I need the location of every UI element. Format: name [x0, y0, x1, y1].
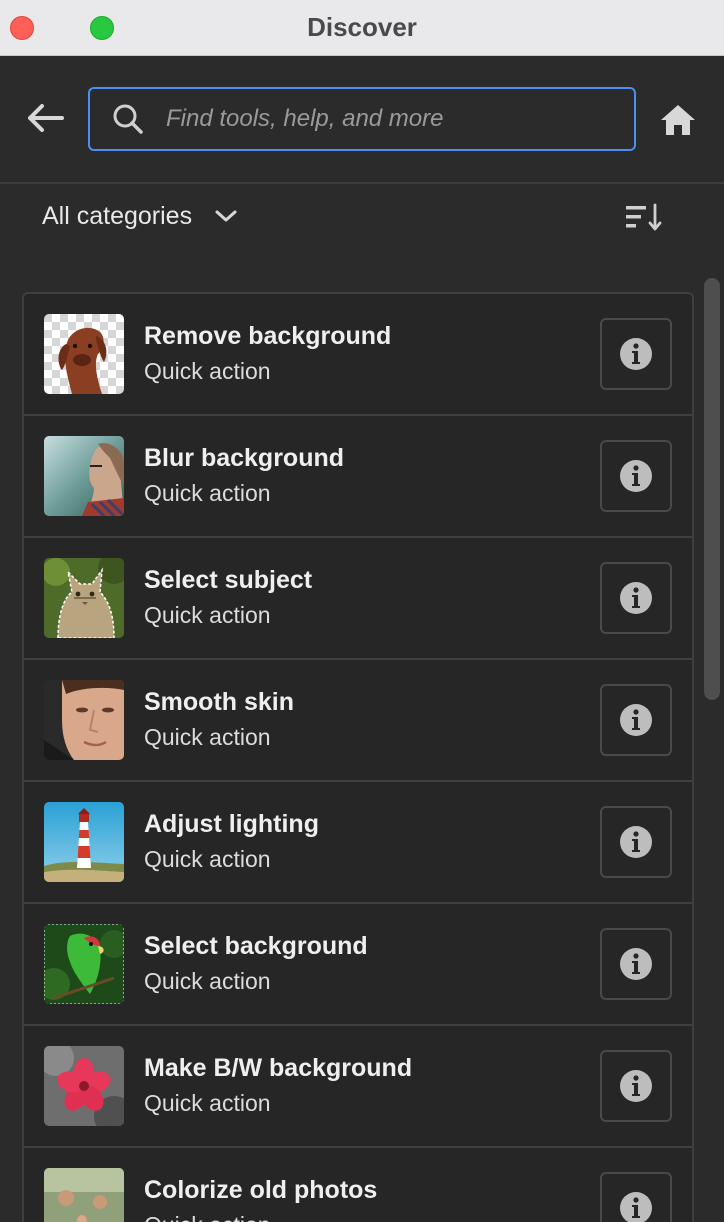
info-icon	[620, 948, 652, 980]
list-item-colorize-old-photos[interactable]: Colorize old photos Quick action	[24, 1148, 692, 1222]
title-bar: Discover	[0, 0, 724, 56]
list-item-smooth-skin[interactable]: Smooth skin Quick action	[24, 660, 692, 782]
list-item-make-bw-background[interactable]: Make B/W background Quick action	[24, 1026, 692, 1148]
thumbnail-dog-transparent	[44, 314, 124, 394]
info-icon	[620, 704, 652, 736]
item-subtitle: Quick action	[144, 846, 271, 872]
item-subtitle: Quick action	[144, 968, 271, 994]
header-divider	[0, 182, 724, 184]
info-icon	[620, 1192, 652, 1222]
item-subtitle: Quick action	[144, 602, 271, 628]
item-subtitle: Quick action	[144, 724, 271, 750]
info-button[interactable]	[600, 806, 672, 878]
search-field[interactable]	[88, 87, 636, 151]
scrollbar-thumb[interactable]	[704, 278, 720, 700]
list-item-adjust-lighting[interactable]: Adjust lighting Quick action	[24, 782, 692, 904]
info-icon	[620, 1070, 652, 1102]
sort-button[interactable]	[624, 202, 662, 232]
quick-actions-list: Remove background Quick action Blur back…	[22, 292, 694, 1222]
home-button[interactable]	[656, 100, 700, 140]
item-title: Select subject	[144, 566, 313, 594]
item-title: Smooth skin	[144, 688, 295, 716]
info-button[interactable]	[600, 440, 672, 512]
info-button[interactable]	[600, 684, 672, 756]
thumbnail-pink-flower	[44, 1046, 124, 1126]
item-subtitle: Quick action	[144, 480, 271, 506]
info-button[interactable]	[600, 928, 672, 1000]
info-button[interactable]	[600, 318, 672, 390]
thumbnail-woman-profile	[44, 436, 124, 516]
list-item-select-subject[interactable]: Select subject Quick action	[24, 538, 692, 660]
thumbnail-parrot	[44, 924, 124, 1004]
arrow-left-icon	[28, 104, 64, 132]
magnifier-icon	[110, 101, 146, 137]
item-subtitle: Quick action	[144, 1090, 271, 1116]
thumbnail-family-photo	[44, 1168, 124, 1222]
sort-icon	[626, 203, 662, 231]
info-icon	[620, 826, 652, 858]
item-subtitle: Quick action	[144, 358, 271, 384]
info-icon	[620, 582, 652, 614]
item-title: Blur background	[144, 444, 345, 472]
info-button[interactable]	[600, 1050, 672, 1122]
list-item-blur-background[interactable]: Blur background Quick action	[24, 416, 692, 538]
item-title: Make B/W background	[144, 1054, 413, 1082]
info-icon	[620, 460, 652, 492]
home-icon	[661, 105, 695, 135]
info-icon	[620, 338, 652, 370]
info-button[interactable]	[600, 1172, 672, 1222]
item-title: Remove background	[144, 322, 392, 350]
info-button[interactable]	[600, 562, 672, 634]
item-title: Adjust lighting	[144, 810, 319, 838]
chevron-down-icon	[214, 204, 238, 228]
thumbnail-lighthouse	[44, 802, 124, 882]
search-input[interactable]	[146, 89, 634, 149]
discover-panel: All categories	[0, 56, 724, 1222]
item-title: Select background	[144, 932, 368, 960]
item-subtitle: Quick action	[144, 1212, 271, 1222]
list-item-select-background[interactable]: Select background Quick action	[24, 904, 692, 1026]
category-label: All categories	[42, 201, 193, 230]
thumbnail-cat	[44, 558, 124, 638]
category-dropdown[interactable]: All categories	[42, 198, 238, 234]
list-item-remove-background[interactable]: Remove background Quick action	[24, 294, 692, 416]
window-title: Discover	[307, 12, 417, 42]
item-title: Colorize old photos	[144, 1176, 378, 1204]
back-button[interactable]	[24, 96, 68, 140]
thumbnail-face	[44, 680, 124, 760]
